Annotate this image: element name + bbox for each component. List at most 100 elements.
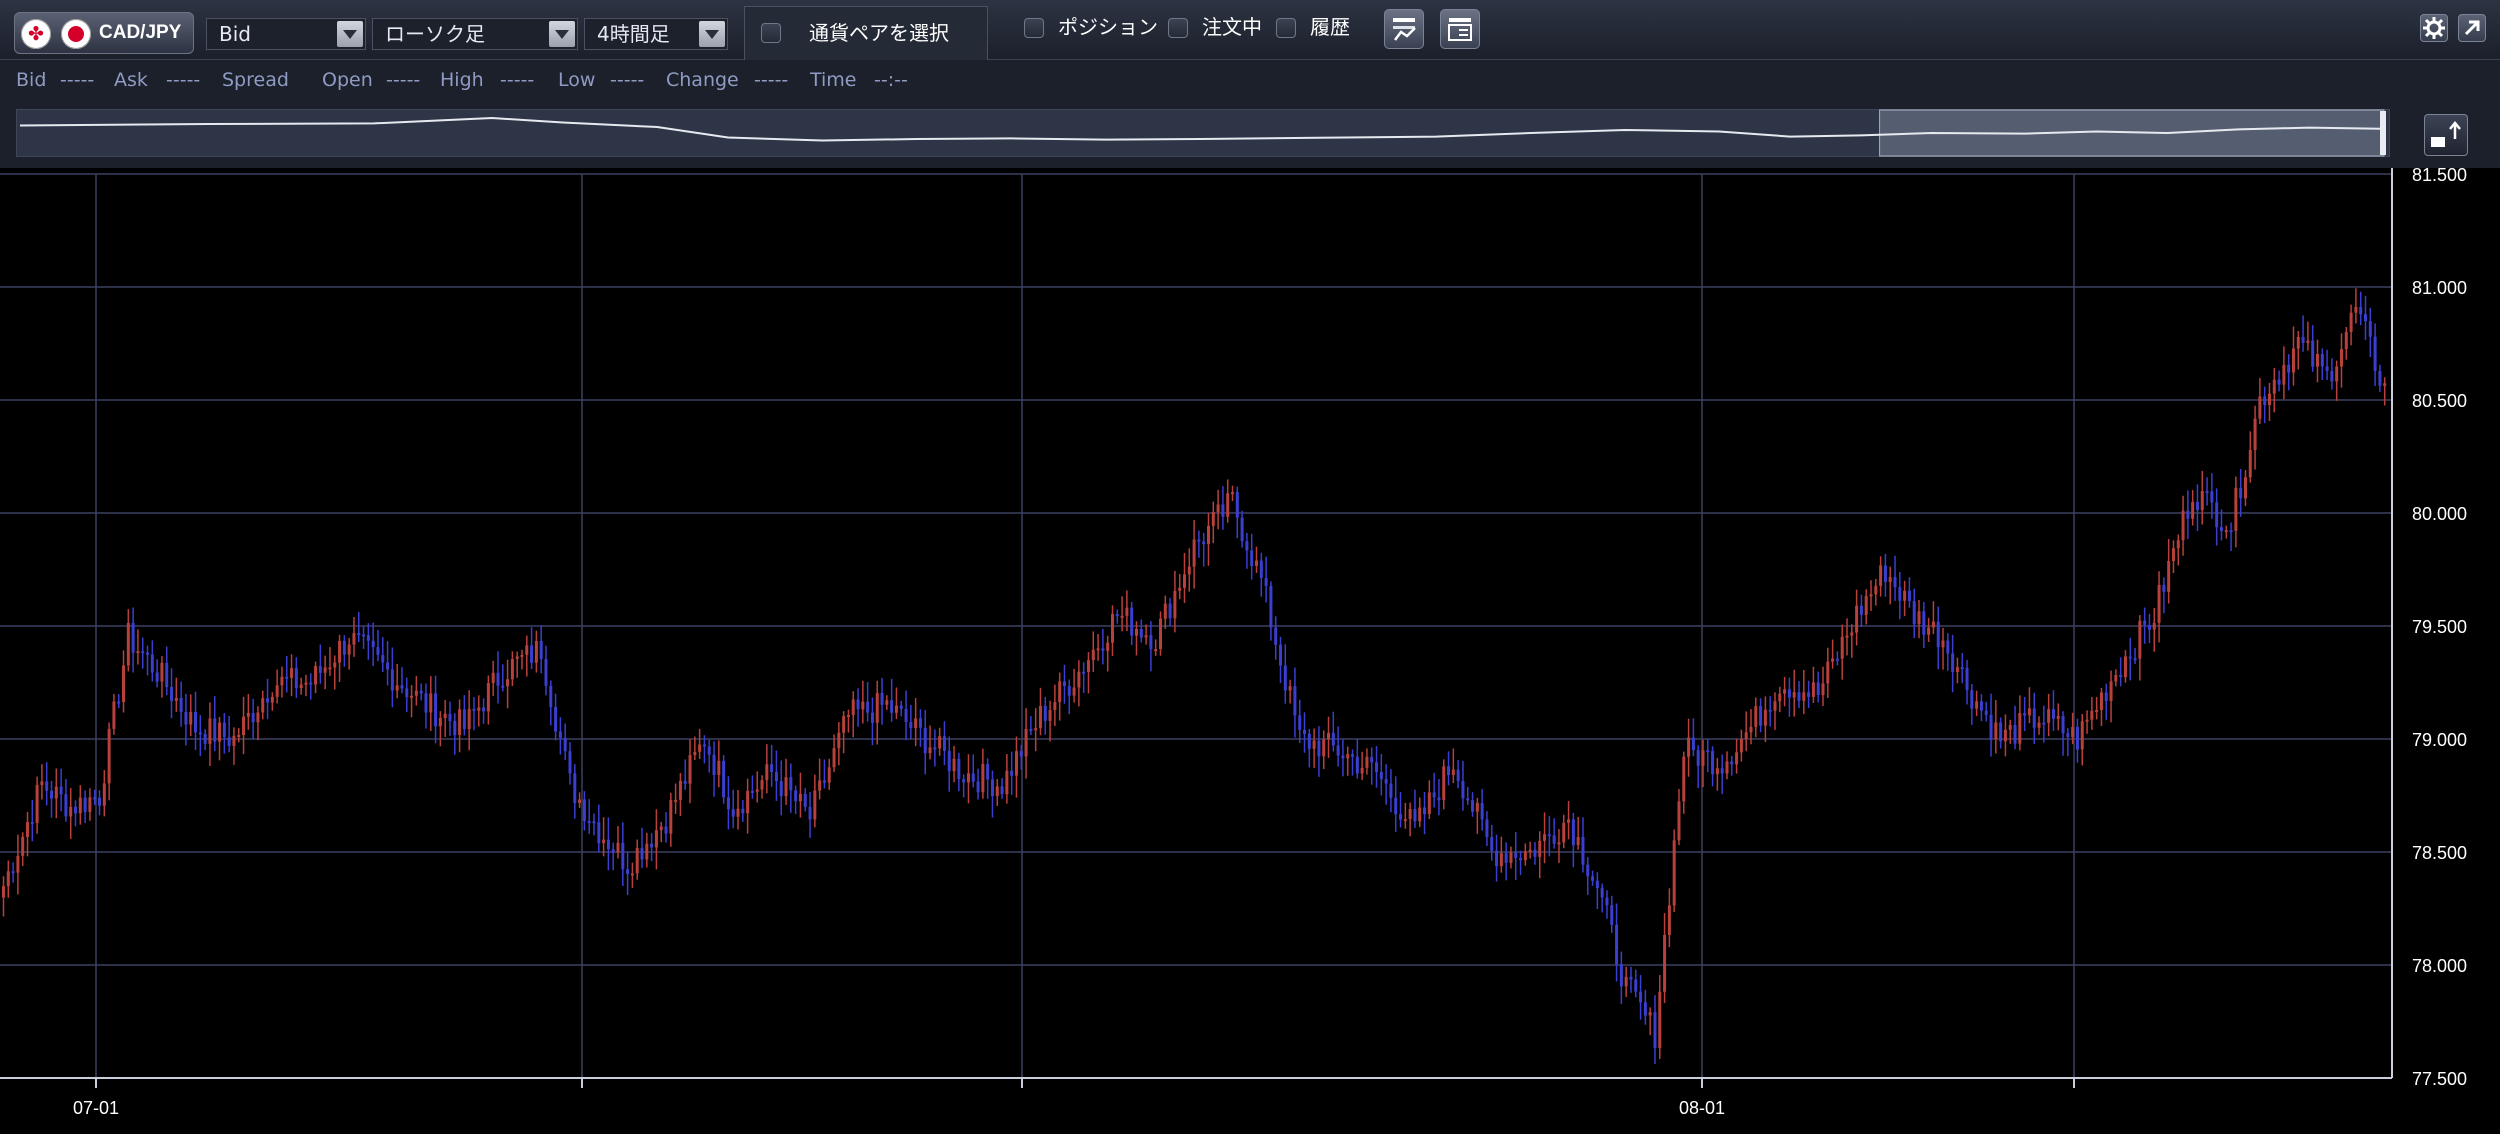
popout-button[interactable] (2458, 14, 2486, 42)
candle-body (2003, 729, 2007, 742)
candle-body (74, 806, 78, 814)
candle-body (842, 715, 846, 733)
candle-body (1936, 621, 1940, 648)
candle-body (1595, 880, 1599, 889)
candle-body (1672, 840, 1676, 906)
candle-body (1322, 739, 1326, 757)
orders-checkbox[interactable] (1168, 18, 1188, 38)
candle-body (232, 735, 236, 746)
candle-body (189, 712, 193, 725)
candle-body (506, 679, 510, 687)
candle-body (525, 645, 529, 655)
change-value: ----- (754, 69, 789, 91)
candle-body (856, 699, 860, 710)
candle-body (1730, 761, 1734, 765)
candle-body (1101, 648, 1105, 651)
candle-body (952, 758, 956, 772)
bid-label: Bid (16, 69, 47, 91)
candle-body (1279, 644, 1283, 666)
y-tick-label: 80.000 (2412, 504, 2467, 524)
layout-button[interactable] (1440, 9, 1480, 49)
candle-body (208, 718, 212, 744)
candle-body (453, 721, 457, 736)
candle-body (1504, 853, 1508, 863)
pair-selector[interactable]: 通貨ペアを選択 (744, 6, 988, 60)
candle-body (851, 699, 855, 715)
candle-body (1178, 587, 1182, 591)
y-tick-label: 80.500 (2412, 391, 2467, 411)
position-checkbox[interactable] (1024, 18, 1044, 38)
candle-body (314, 666, 318, 685)
candle-body (1034, 728, 1038, 731)
overview-handle[interactable] (2380, 111, 2386, 155)
candle-body (846, 714, 850, 717)
candle-body (117, 701, 121, 704)
candle-body (635, 848, 639, 874)
pair-selector-checkbox[interactable] (761, 23, 781, 43)
candle-body (1917, 611, 1921, 625)
candle-body (1062, 681, 1066, 686)
candle-body (256, 712, 260, 723)
candle-body (918, 718, 922, 728)
candle-body (1907, 590, 1911, 602)
candle-body (1058, 681, 1062, 703)
candle-body (352, 633, 356, 645)
candle-body (1619, 964, 1623, 987)
chart-settings-button[interactable] (1384, 9, 1424, 49)
candle-body (2359, 306, 2363, 315)
candle-body (131, 622, 135, 653)
currency-pair-button[interactable]: ✤ CAD/JPY (14, 12, 194, 54)
candle-body (1528, 849, 1532, 852)
chart-type-select[interactable]: ローソク足 (372, 18, 578, 50)
candle-body (1451, 769, 1455, 775)
candle-body (938, 736, 942, 749)
price-type-select[interactable]: Bid (206, 18, 366, 50)
candle-body (861, 701, 865, 710)
candle-body (107, 728, 111, 784)
candle-body (765, 764, 769, 781)
candle-body (1312, 740, 1316, 749)
timeframe-value: 4時間足 (597, 22, 670, 46)
candle-body (592, 821, 596, 824)
candle-body (707, 746, 711, 755)
toolbar: ✤ CAD/JPY Bid ローソク足 4時間足 通貨ペアを選択 ポジション 注… (0, 0, 2500, 60)
candle-body (1658, 991, 1662, 1049)
candle-body (1864, 595, 1868, 615)
candle-body (2167, 561, 2171, 592)
candle-body (1466, 798, 1470, 801)
candlestick-chart[interactable]: 81.500 81.000 80.500 80.000 79.500 79.000 78.5… (0, 168, 2500, 1134)
settings-button[interactable] (2420, 14, 2448, 42)
candle-body (2224, 530, 2228, 533)
change-label: Change (666, 69, 739, 91)
candle-body (669, 800, 673, 834)
candle-body (990, 779, 994, 797)
candle-body (520, 654, 524, 657)
candle-body (11, 871, 15, 874)
overview-strip[interactable] (16, 109, 2390, 157)
candle-body (1303, 729, 1307, 734)
candle-body (2205, 491, 2209, 494)
candle-body (482, 707, 486, 712)
candle-body (1941, 640, 1945, 648)
candle-body (1792, 692, 1796, 698)
overview-toggle-button[interactable] (2424, 114, 2468, 156)
timeframe-select[interactable]: 4時間足 (584, 18, 728, 50)
history-checkbox[interactable] (1276, 18, 1296, 38)
bid-value: ----- (60, 69, 95, 91)
candle-body (1715, 768, 1719, 775)
candle-body (2287, 364, 2291, 373)
candle-body (270, 696, 274, 703)
candle-body (1216, 504, 1220, 513)
candle-body (966, 773, 970, 783)
candle-body (640, 848, 644, 860)
candle-body (1394, 797, 1398, 815)
candle-body (2200, 491, 2204, 511)
time-value: --:-- (874, 69, 908, 91)
candle-body (1403, 819, 1407, 822)
candle-body (654, 830, 658, 848)
candle-body (1461, 781, 1465, 799)
candle-body (650, 843, 654, 848)
candle-body (299, 684, 303, 689)
candle-body (59, 786, 63, 795)
candle-body (1360, 767, 1364, 774)
